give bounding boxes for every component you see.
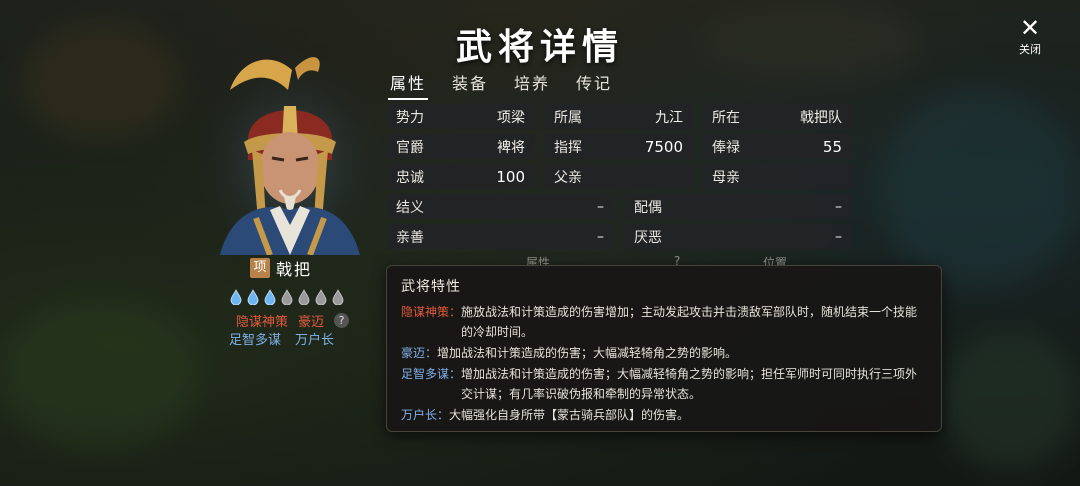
rank-field: 官爵 裨将 [386, 134, 535, 159]
trait-zuzhi-duomou[interactable]: 足智多谋 [229, 329, 281, 348]
hero-name: 戟把 [276, 260, 313, 279]
star-lit-icon [264, 289, 276, 305]
dislikes-field: 厌恶 – [624, 224, 852, 249]
trait-wanhuzhang[interactable]: 万户长 [295, 329, 334, 348]
trait-popup: 武将特性 隐谋神策： 施放战法和计策造成的伤害增加；主动发起攻击并击溃敌军部队时… [386, 265, 942, 432]
mother-field: 母亲 [702, 164, 852, 189]
trait-row-2: 足智多谋 万户长 [229, 329, 334, 348]
salary-field: 俸禄 55 [702, 134, 852, 159]
tab-equipment[interactable]: 装备 [450, 70, 490, 100]
tab-attributes[interactable]: 属性 [388, 70, 429, 100]
tab-biography[interactable]: 传记 [574, 70, 614, 100]
faction-badge: 项 [250, 258, 270, 278]
star-empty-icon [298, 289, 310, 305]
close-label: 关闭 [1019, 43, 1041, 56]
hero-portrait [200, 50, 380, 257]
trait-description: 万户长： 大幅强化自身所带【蒙古骑兵部队】的伤害。 [401, 405, 927, 425]
faction-field: 势力 项梁 [386, 104, 535, 129]
star-empty-icon [332, 289, 344, 305]
trait-name: 万户长： [401, 408, 450, 422]
father-field: 父亲 [544, 164, 693, 189]
trait-name: 豪迈： [401, 346, 438, 360]
trait-text: 增加战法和计策造成的伤害；大幅减轻犄角之势的影响；担任军师时可同时执行三项外交计… [461, 367, 918, 401]
loyalty-field: 忠诚 100 [386, 164, 535, 189]
spouse-field: 配偶 – [624, 194, 852, 219]
star-lit-icon [247, 289, 259, 305]
sworn-field: 结义 – [386, 194, 614, 219]
location-field: 所在 戟把队 [702, 104, 852, 129]
help-icon[interactable]: ? [334, 313, 350, 328]
trait-row-1: 隐谋神策 豪迈 ? [236, 311, 350, 330]
trait-name: 隐谋神策： [401, 305, 462, 319]
tab-training[interactable]: 培养 [512, 70, 552, 100]
trait-name: 足智多谋： [401, 367, 462, 381]
close-icon: ✕ [1019, 14, 1041, 42]
trait-description: 隐谋神策： 施放战法和计策造成的伤害增加；主动发起攻击并击溃敌军部队时，随机结束… [401, 302, 927, 342]
tab-bar: 属性 装备 培养 传记 [388, 70, 614, 100]
hero-name-row: 项 戟把 [250, 256, 312, 280]
command-field: 指挥 7500 [544, 134, 693, 159]
trait-text: 大幅强化自身所带【蒙古骑兵部队】的伤害。 [449, 408, 690, 422]
trait-text: 增加战法和计策造成的伤害；大幅减轻犄角之势的影响。 [437, 346, 738, 360]
popup-title: 武将特性 [401, 279, 461, 295]
trait-haomai[interactable]: 豪迈 [298, 311, 324, 330]
trait-description: 足智多谋： 增加战法和计策造成的伤害；大幅减轻犄角之势的影响；担任军师时可同时执… [401, 364, 927, 404]
likes-field: 亲善 – [386, 224, 614, 249]
star-lit-icon [230, 289, 242, 305]
star-empty-icon [315, 289, 327, 305]
trait-yinmou-shence[interactable]: 隐谋神策 [236, 311, 288, 330]
star-rating [229, 289, 345, 305]
trait-text: 施放战法和计策造成的伤害增加；主动发起攻击并击溃敌军部队时，随机结束一个技能的冷… [461, 305, 918, 339]
affiliation-field: 所属 九江 [544, 104, 693, 129]
general-portrait-icon [200, 50, 380, 257]
star-empty-icon [281, 289, 293, 305]
trait-description: 豪迈： 增加战法和计策造成的伤害；大幅减轻犄角之势的影响。 [401, 343, 927, 363]
close-button[interactable]: ✕ 关闭 [1008, 16, 1052, 56]
page-title: 武将详情 [455, 26, 624, 68]
